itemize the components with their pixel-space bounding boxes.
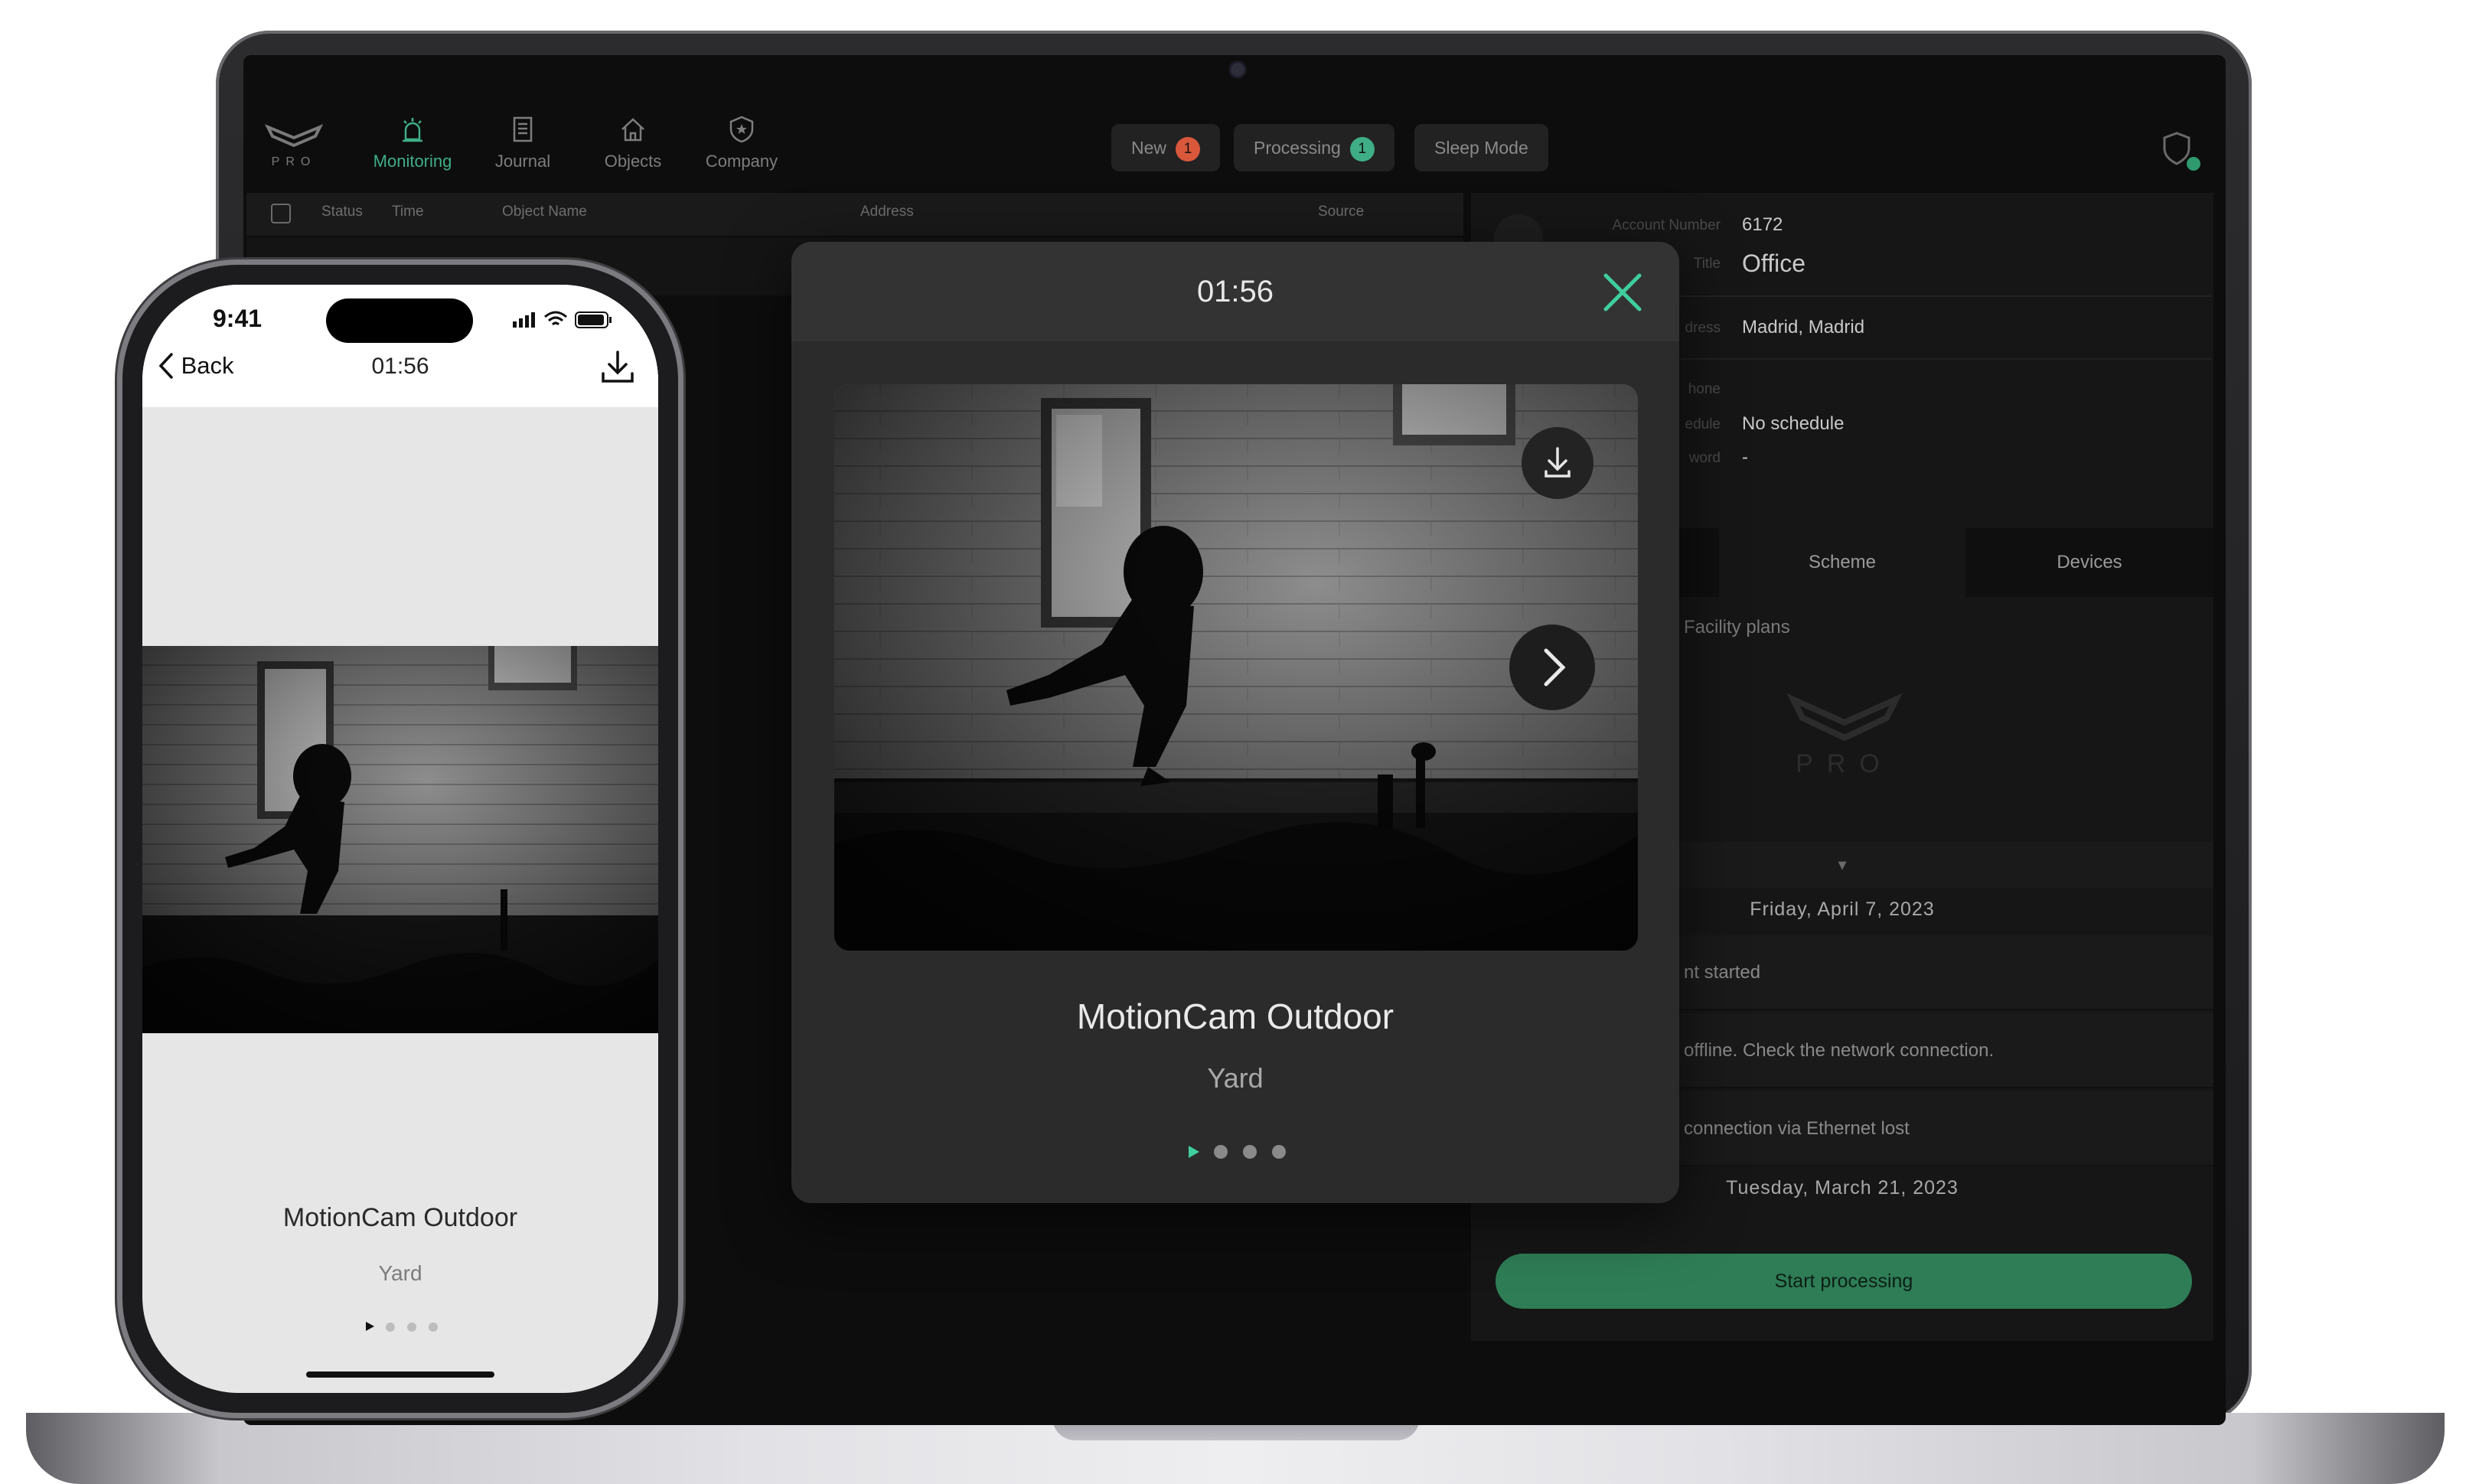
event-text: nt started: [1684, 962, 1761, 983]
nav-label: Company: [705, 152, 778, 171]
filter-label: New: [1131, 138, 1167, 158]
connection-status[interactable]: [2160, 129, 2203, 174]
table-header: [246, 193, 1463, 236]
filter-processing[interactable]: Processing 1: [1234, 124, 1394, 171]
download-button[interactable]: [1522, 427, 1593, 499]
account-number-value: 6172: [1742, 214, 1783, 235]
device-name: MotionCam Outdoor: [1076, 996, 1394, 1036]
event-text: offline. Check the network connection.: [1684, 1040, 1995, 1061]
tab-scheme[interactable]: Scheme: [1719, 528, 1965, 597]
status-icons: [511, 308, 618, 331]
tab-devices[interactable]: Devices: [1965, 528, 2213, 597]
modal-title-time: 01:56: [1196, 275, 1274, 308]
account-number-label: Account Number: [1612, 217, 1721, 233]
home-indicator[interactable]: [306, 1371, 494, 1378]
column-source[interactable]: Source: [1318, 204, 1364, 220]
dynamic-island: [326, 298, 473, 343]
filter-label: Processing: [1254, 138, 1341, 158]
page-dot[interactable]: [1272, 1145, 1286, 1159]
page-dot[interactable]: [1214, 1145, 1228, 1159]
photo-scene: [142, 646, 658, 1033]
close-icon: [1603, 273, 1642, 311]
journal-icon: [513, 116, 533, 142]
phone-room-name: Yard: [378, 1261, 422, 1285]
status-time: 9:41: [213, 305, 263, 332]
column-object-name[interactable]: Object Name: [502, 204, 587, 220]
download-icon: [602, 351, 634, 383]
page-dot[interactable]: [1243, 1145, 1257, 1159]
next-photo-button[interactable]: [1509, 625, 1595, 710]
phone-title-time: 01:56: [371, 354, 429, 379]
nav-company[interactable]: Company: [692, 115, 791, 171]
download-icon: [1545, 447, 1571, 478]
event-text: connection via Ethernet lost: [1684, 1118, 1910, 1139]
filter-sleep-mode[interactable]: Sleep Mode: [1414, 124, 1548, 171]
webcam: [1231, 63, 1244, 77]
pro-logo[interactable]: PRO: [262, 121, 326, 169]
column-time[interactable]: Time: [392, 204, 424, 220]
password-value: -: [1742, 447, 1748, 468]
watermark-text: PRO: [1796, 749, 1894, 778]
nav-objects[interactable]: Objects: [583, 115, 683, 171]
chevron-down-icon: ▾: [1838, 855, 1847, 874]
nav-label: Objects: [604, 152, 662, 171]
filter-new[interactable]: New 1: [1111, 124, 1221, 171]
signal-wifi-battery-icon: [513, 311, 612, 328]
start-processing-button[interactable]: Start processing: [1496, 1254, 2192, 1309]
select-all-checkbox[interactable]: [271, 204, 291, 223]
phone-page-dot[interactable]: [386, 1323, 395, 1332]
phone-device-name: MotionCam Outdoor: [282, 1203, 518, 1232]
nav-label: Monitoring: [373, 152, 452, 171]
facility-plans-label[interactable]: Facility plans: [1684, 617, 1790, 638]
phone-screen: 9:41 Back 01:56 MotionCam Outdoor Yard: [142, 285, 658, 1393]
chevron-right-icon: [1544, 648, 1566, 687]
phone-motion-photo: [142, 646, 658, 1033]
column-status[interactable]: Status: [321, 204, 363, 220]
nav-monitoring[interactable]: Monitoring: [363, 115, 462, 171]
logo-text: PRO: [271, 155, 317, 168]
page-indicator-play[interactable]: [1186, 1145, 1200, 1159]
facility-plans-placeholder: PRO: [1783, 689, 1906, 779]
nav-label: Journal: [494, 152, 551, 171]
photo-viewer-modal: 01:56 MotionCam Outdoor Yard: [791, 242, 1679, 1203]
schedule-value: No schedule: [1742, 413, 1845, 434]
home-icon: [621, 118, 644, 142]
phone-page-dot[interactable]: [429, 1323, 438, 1332]
phone-page-dot[interactable]: [407, 1323, 416, 1332]
play-icon: [366, 1322, 374, 1331]
new-count-badge: 1: [1176, 136, 1201, 161]
phone-download-button[interactable]: [599, 347, 637, 386]
shield-status-icon: [2163, 132, 2200, 171]
address-value: Madrid, Madrid: [1742, 317, 1865, 338]
processing-count-badge: 1: [1349, 136, 1375, 161]
column-address[interactable]: Address: [860, 204, 914, 220]
nav-journal[interactable]: Journal: [473, 115, 572, 171]
room-name: Yard: [1207, 1062, 1264, 1094]
close-button[interactable]: [1601, 271, 1644, 314]
filter-label: Sleep Mode: [1434, 138, 1528, 158]
play-icon: [1189, 1146, 1199, 1158]
shield-star-icon: [729, 116, 754, 143]
siren-icon: [403, 118, 422, 142]
logo-icon: [264, 124, 324, 148]
phone-page-indicator-play[interactable]: [364, 1321, 375, 1332]
title-value: Office: [1742, 250, 1805, 277]
pro-watermark-icon: [1786, 693, 1903, 742]
